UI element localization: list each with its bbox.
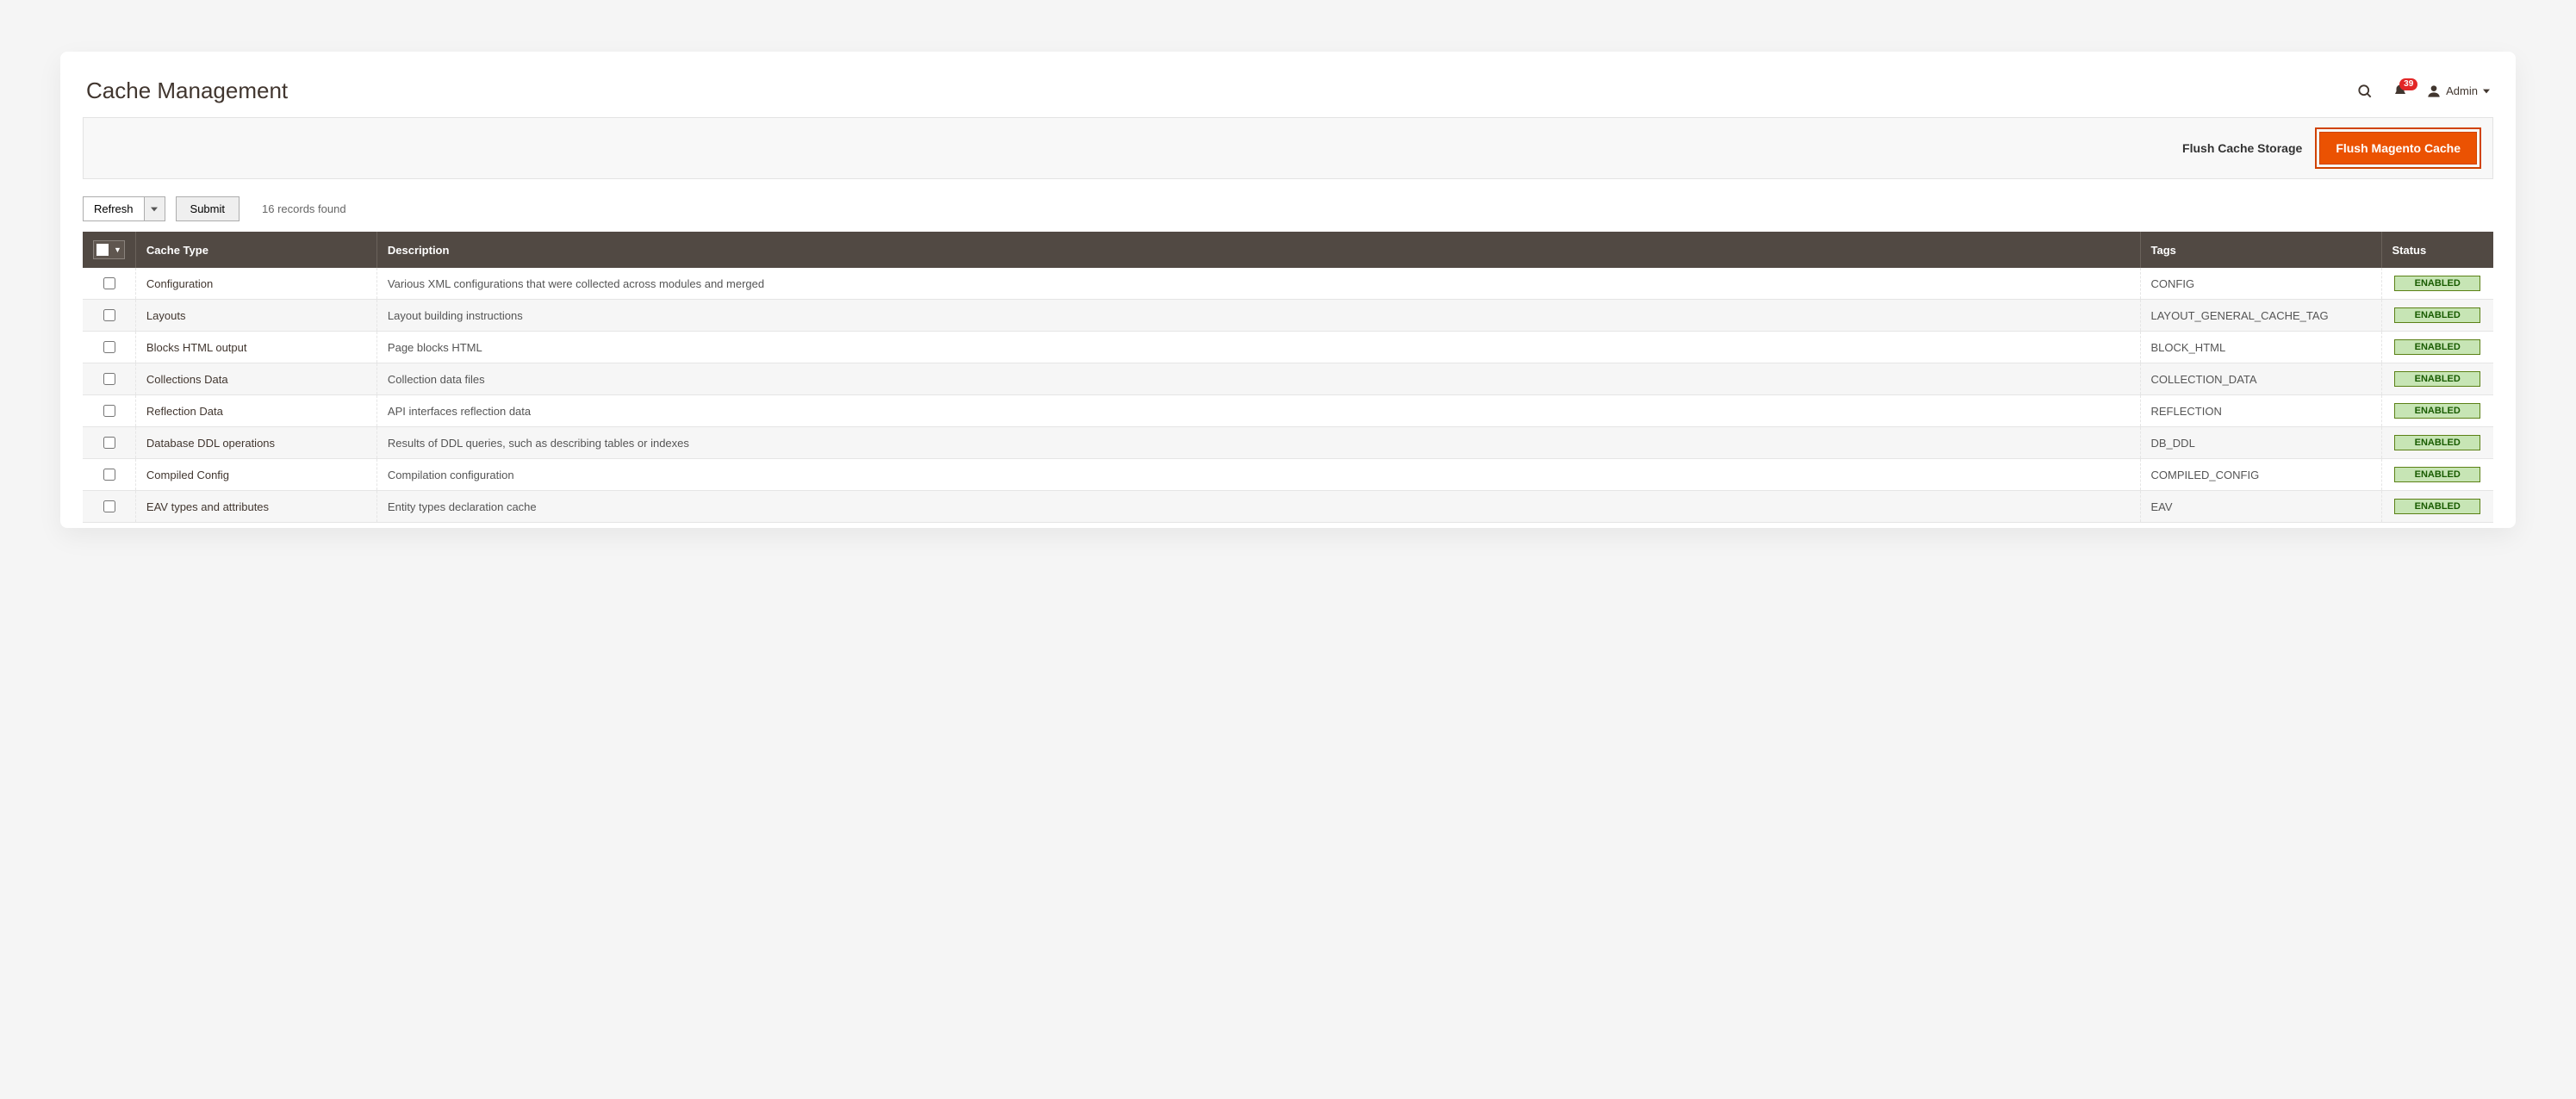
cell-description: Compilation configuration [376,459,2140,491]
row-checkbox[interactable] [103,341,115,353]
cell-description: Layout building instructions [376,300,2140,332]
table-row: Compiled ConfigCompilation configuration… [83,459,2493,491]
chevron-down-icon [2483,88,2490,95]
table-row: Reflection DataAPI interfaces reflection… [83,395,2493,427]
cell-tags: DB_DDL [2140,427,2381,459]
cell-cache-type: Blocks HTML output [135,332,376,363]
cell-cache-type: Compiled Config [135,459,376,491]
mass-action-label[interactable]: Refresh [84,197,144,220]
cell-status: ENABLED [2381,363,2493,395]
cache-table: ▼ Cache Type Description Tags Status Con… [83,232,2493,523]
row-checkbox[interactable] [103,309,115,321]
select-all-header[interactable]: ▼ [83,232,135,268]
status-badge: ENABLED [2394,403,2480,419]
page-header: Cache Management 39 Admin [60,52,2516,117]
chevron-down-icon [151,207,158,212]
status-badge: ENABLED [2394,467,2480,482]
table-row: ConfigurationVarious XML configurations … [83,268,2493,300]
cell-cache-type: Database DDL operations [135,427,376,459]
cell-status: ENABLED [2381,268,2493,300]
cell-status: ENABLED [2381,459,2493,491]
cell-tags: CONFIG [2140,268,2381,300]
cell-tags: EAV [2140,491,2381,523]
cell-cache-type: Layouts [135,300,376,332]
page-title: Cache Management [86,78,288,104]
col-tags[interactable]: Tags [2140,232,2381,268]
row-checkbox-cell [83,395,135,427]
status-badge: ENABLED [2394,339,2480,355]
row-checkbox[interactable] [103,500,115,512]
cell-description: Collection data files [376,363,2140,395]
toolbar: Refresh Submit 16 records found [60,196,2516,232]
row-checkbox[interactable] [103,469,115,481]
cell-cache-type: Configuration [135,268,376,300]
header-actions: 39 Admin [2356,83,2490,100]
status-badge: ENABLED [2394,435,2480,450]
admin-label: Admin [2446,84,2478,97]
action-bar: Flush Cache Storage Flush Magento Cache [83,117,2493,179]
flush-magento-cache-button[interactable]: Flush Magento Cache [2319,132,2477,165]
row-checkbox-cell [83,491,135,523]
row-checkbox-cell [83,427,135,459]
row-checkbox-cell [83,332,135,363]
page-card: Cache Management 39 Admin Flush Cache St… [60,52,2516,528]
flush-cache-storage-button[interactable]: Flush Cache Storage [2177,133,2307,164]
cell-description: Entity types declaration cache [376,491,2140,523]
cell-tags: BLOCK_HTML [2140,332,2381,363]
col-status[interactable]: Status [2381,232,2493,268]
row-checkbox[interactable] [103,437,115,449]
admin-account-menu[interactable]: Admin [2427,84,2490,98]
cell-tags: LAYOUT_GENERAL_CACHE_TAG [2140,300,2381,332]
status-badge: ENABLED [2394,276,2480,291]
row-checkbox[interactable] [103,277,115,289]
records-found-label: 16 records found [262,202,346,215]
mass-action-select[interactable]: Refresh [83,196,165,221]
cell-status: ENABLED [2381,491,2493,523]
row-checkbox[interactable] [103,373,115,385]
table-row: EAV types and attributesEntity types dec… [83,491,2493,523]
cell-tags: COMPILED_CONFIG [2140,459,2381,491]
cell-status: ENABLED [2381,332,2493,363]
cell-status: ENABLED [2381,300,2493,332]
notification-badge: 39 [2399,78,2417,90]
cell-tags: REFLECTION [2140,395,2381,427]
table-row: LayoutsLayout building instructionsLAYOU… [83,300,2493,332]
cell-description: Page blocks HTML [376,332,2140,363]
cell-description: Various XML configurations that were col… [376,268,2140,300]
status-badge: ENABLED [2394,499,2480,514]
row-checkbox-cell [83,268,135,300]
col-description[interactable]: Description [376,232,2140,268]
user-icon [2427,84,2441,98]
search-icon[interactable] [2356,83,2374,100]
cell-status: ENABLED [2381,395,2493,427]
cell-cache-type: Collections Data [135,363,376,395]
cell-description: API interfaces reflection data [376,395,2140,427]
mass-action-dropdown[interactable] [144,197,165,220]
cell-cache-type: Reflection Data [135,395,376,427]
status-badge: ENABLED [2394,371,2480,387]
row-checkbox-cell [83,363,135,395]
row-checkbox-cell [83,300,135,332]
col-cache-type[interactable]: Cache Type [135,232,376,268]
cell-description: Results of DDL queries, such as describi… [376,427,2140,459]
table-row: Collections DataCollection data filesCOL… [83,363,2493,395]
table-row: Blocks HTML outputPage blocks HTMLBLOCK_… [83,332,2493,363]
table-row: Database DDL operationsResults of DDL qu… [83,427,2493,459]
status-badge: ENABLED [2394,307,2480,323]
cell-cache-type: EAV types and attributes [135,491,376,523]
cell-status: ENABLED [2381,427,2493,459]
submit-button[interactable]: Submit [176,196,240,221]
row-checkbox[interactable] [103,405,115,417]
notifications-button[interactable]: 39 [2392,84,2408,99]
cell-tags: COLLECTION_DATA [2140,363,2381,395]
row-checkbox-cell [83,459,135,491]
